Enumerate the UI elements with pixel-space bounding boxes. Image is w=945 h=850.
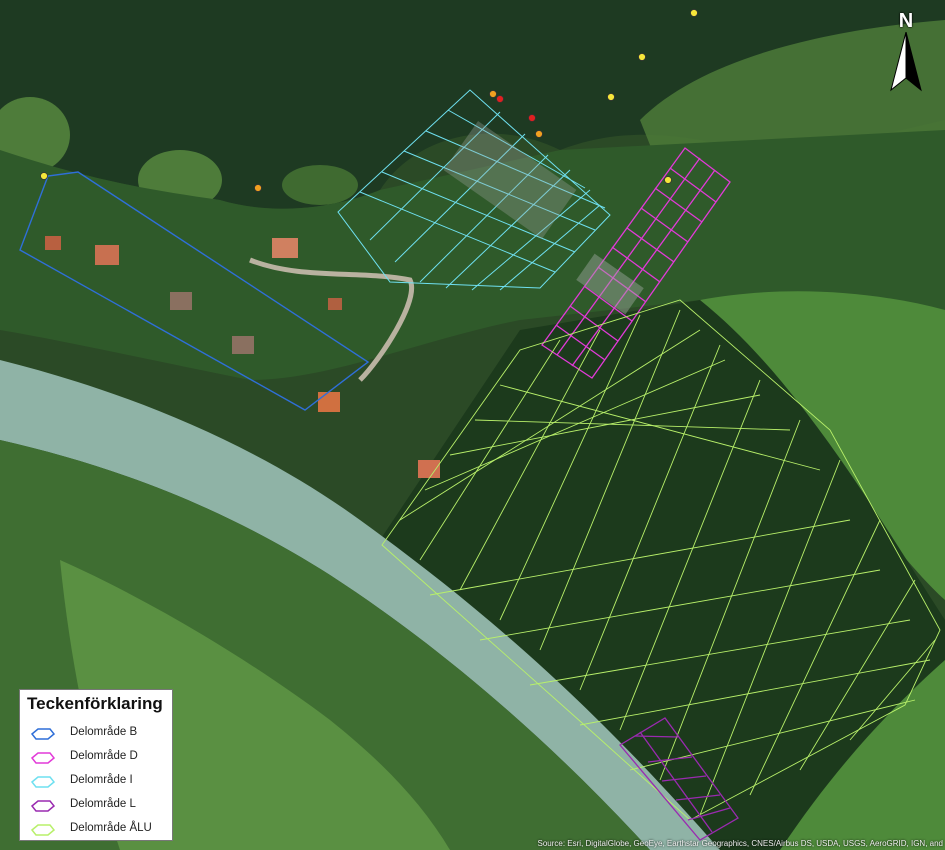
house bbox=[318, 392, 340, 412]
legend-title: Teckenförklaring bbox=[27, 694, 163, 713]
sample-point[interactable] bbox=[528, 114, 536, 122]
map-legend: Teckenförklaring Delområde B Delområde D… bbox=[19, 689, 173, 841]
legend-label: Delområde ÅLU bbox=[70, 822, 152, 834]
sample-point[interactable] bbox=[535, 130, 543, 138]
legend-label: Delområde L bbox=[70, 798, 136, 810]
legend-item-delomrade-i: Delområde I bbox=[30, 772, 170, 792]
reed-area bbox=[282, 165, 358, 205]
sample-point[interactable] bbox=[254, 184, 262, 192]
house bbox=[232, 336, 254, 354]
legend-item-delomrade-alu: Delområde ÅLU bbox=[30, 820, 170, 840]
sample-point[interactable] bbox=[40, 172, 48, 180]
sample-point[interactable] bbox=[690, 9, 698, 17]
north-arrow: N bbox=[886, 10, 926, 92]
house bbox=[95, 245, 119, 265]
house bbox=[418, 460, 440, 478]
house bbox=[328, 298, 342, 310]
sample-point[interactable] bbox=[496, 95, 504, 103]
house bbox=[272, 238, 298, 258]
legend-swatch-icon bbox=[30, 800, 56, 812]
legend-swatch-icon bbox=[30, 752, 56, 764]
sample-point[interactable] bbox=[664, 176, 672, 184]
legend-swatch-icon bbox=[30, 776, 56, 788]
legend-swatch-icon bbox=[30, 824, 56, 836]
map-attribution: Source: Esri, DigitalGlobe, GeoEye, Eart… bbox=[537, 839, 944, 848]
legend-swatch-icon bbox=[30, 728, 56, 740]
sample-point[interactable] bbox=[607, 93, 615, 101]
sample-point[interactable] bbox=[638, 53, 646, 61]
sample-point[interactable] bbox=[489, 90, 497, 98]
legend-label: Delområde D bbox=[70, 750, 138, 762]
legend-label: Delområde B bbox=[70, 726, 138, 738]
house bbox=[170, 292, 192, 310]
legend-item-delomrade-d: Delområde D bbox=[30, 748, 170, 768]
legend-item-delomrade-l: Delområde L bbox=[30, 796, 170, 816]
north-arrow-label: N bbox=[898, 10, 914, 32]
house bbox=[45, 236, 61, 250]
legend-label: Delområde I bbox=[70, 774, 133, 786]
legend-item-delomrade-b: Delområde B bbox=[30, 724, 170, 744]
north-arrow-icon bbox=[890, 32, 922, 92]
